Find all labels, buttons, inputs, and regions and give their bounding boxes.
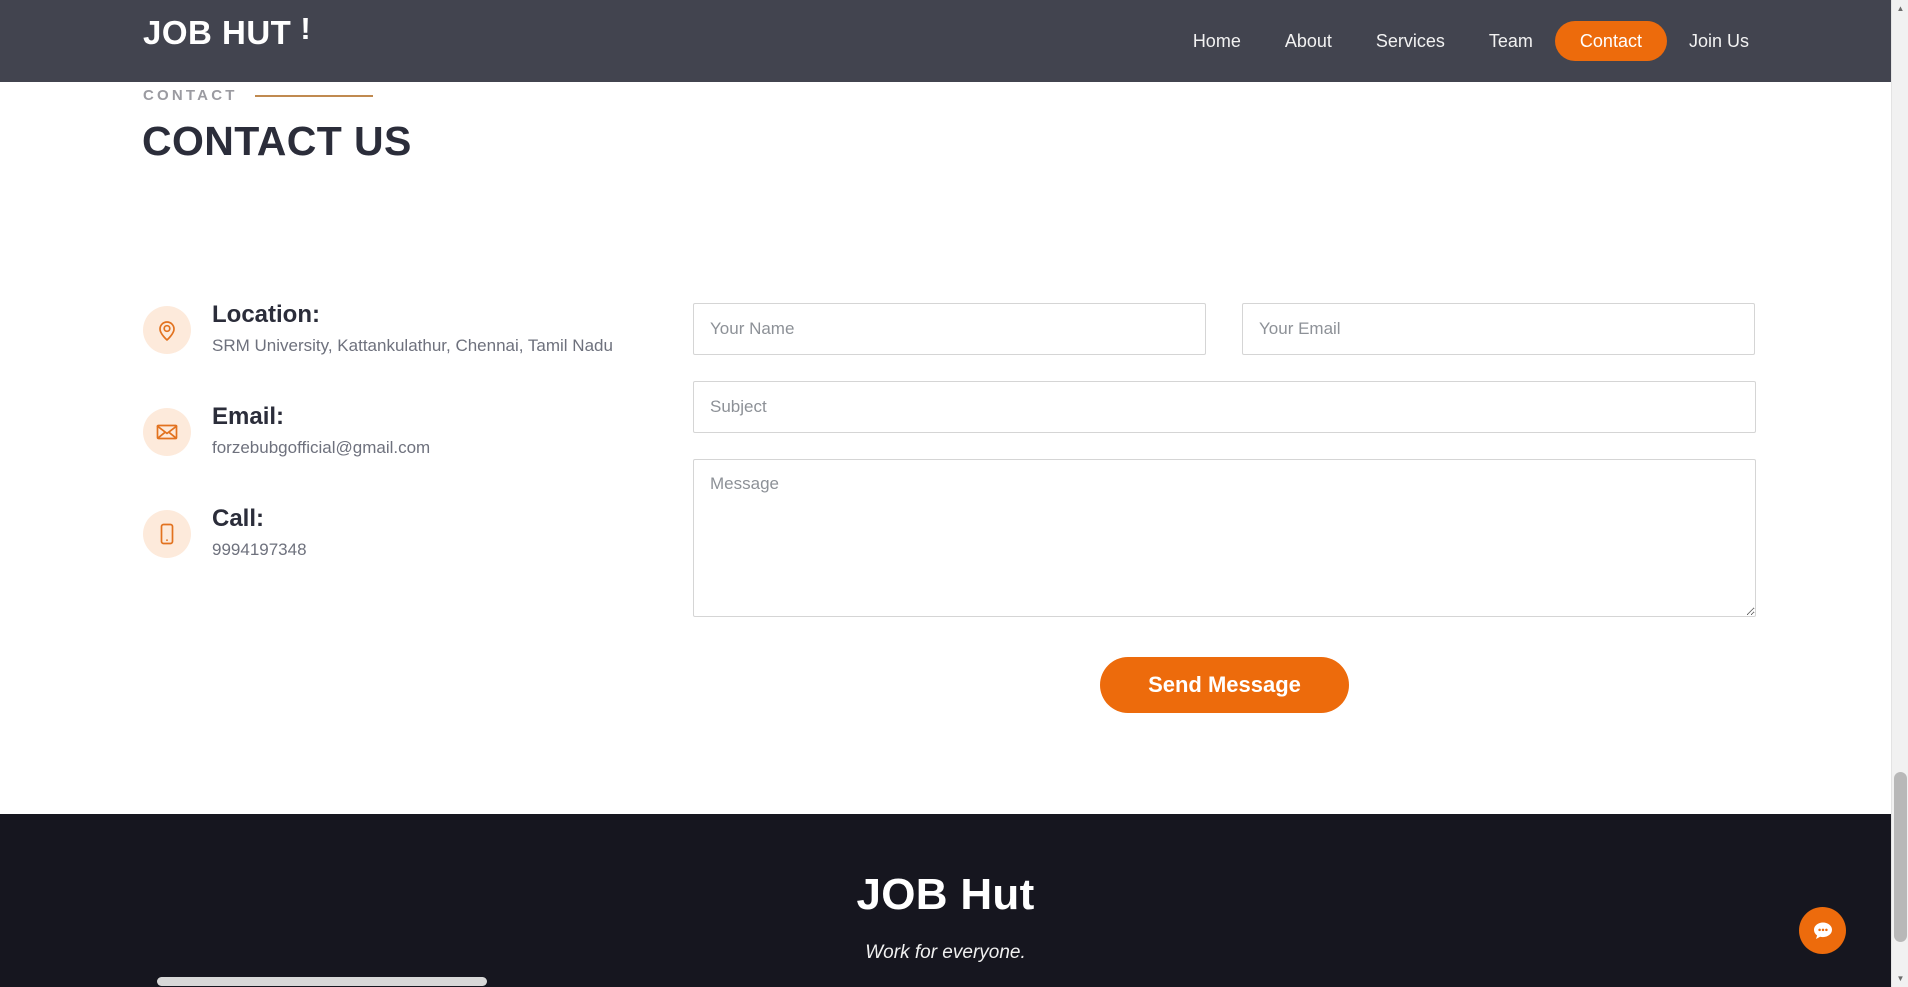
send-message-button[interactable]: Send Message (1100, 657, 1349, 713)
smartphone-icon (143, 510, 191, 559)
form-row-name-email (693, 303, 1756, 355)
site-footer: JOB Hut Work for everyone. (0, 814, 1891, 987)
page-content: JOB HUT ! Home About Services Team Conta… (0, 0, 1891, 987)
scroll-up-arrow-icon[interactable]: ▲ (1892, 0, 1908, 17)
contact-info-text-email: Email: forzebubgofficial@gmail.com (212, 402, 430, 459)
browser-viewport: JOB HUT ! Home About Services Team Conta… (0, 0, 1908, 987)
chat-bubble-icon[interactable] (1799, 907, 1846, 954)
page-title: CONTACT US (142, 118, 412, 164)
logo-text: JOB HUT (143, 14, 292, 51)
contact-info-item-call: Call: 9994197348 (143, 504, 663, 561)
horizontal-scrollbar[interactable] (0, 975, 1891, 987)
contact-info-detail-email: forzebubgofficial@gmail.com (212, 438, 431, 458)
nav-item-join-us[interactable]: Join Us (1667, 22, 1771, 60)
vertical-scrollbar-thumb[interactable] (1894, 772, 1907, 942)
map-pin-icon (143, 306, 191, 354)
subject-input[interactable] (693, 381, 1756, 433)
contact-info-title-location: Location: (212, 301, 320, 328)
vertical-scrollbar[interactable]: ▲ ▼ (1891, 0, 1908, 987)
contact-info-title-call: Call: (212, 505, 265, 533)
section-eyebrow: CONTACT (143, 87, 238, 104)
site-navbar: JOB HUT ! Home About Services Team Conta… (0, 0, 1891, 82)
email-input[interactable] (1242, 303, 1755, 355)
contact-info-text-location: Location: SRM University, Kattankulathur… (212, 300, 613, 357)
nav-item-home[interactable]: Home (1171, 22, 1263, 60)
contact-info-item-location: Location: SRM University, Kattankulathur… (143, 300, 663, 357)
footer-brand: JOB Hut (856, 870, 1035, 919)
form-row-subject (693, 381, 1756, 433)
contact-info-text-call: Call: 9994197348 (212, 504, 307, 561)
contact-info-list: Location: SRM University, Kattankulathur… (143, 300, 663, 606)
message-textarea[interactable] (693, 459, 1756, 617)
contact-info-title-email: Email: (212, 403, 285, 431)
footer-tagline: Work for everyone. (865, 942, 1026, 964)
nav-item-about[interactable]: About (1263, 22, 1354, 60)
contact-form: Send Message (693, 303, 1756, 713)
nav-item-contact[interactable]: Contact (1554, 21, 1667, 61)
contact-info-detail-location: SRM University, Kattankulathur, Chennai,… (212, 336, 613, 355)
name-input[interactable] (693, 303, 1206, 355)
contact-info-detail-call: 9994197348 (212, 540, 307, 560)
primary-navigation: Home About Services Team Contact Join Us (1171, 0, 1771, 82)
contact-info-item-email: Email: forzebubgofficial@gmail.com (143, 402, 663, 459)
scroll-down-arrow-icon[interactable]: ▼ (1892, 970, 1908, 987)
nav-item-services[interactable]: Services (1354, 22, 1467, 60)
logo-exclamation-icon: ! (300, 11, 312, 46)
nav-item-team[interactable]: Team (1467, 22, 1555, 60)
section-eyebrow-row: CONTACT (143, 88, 373, 103)
form-actions: Send Message (693, 657, 1756, 713)
envelope-icon (143, 408, 191, 457)
site-logo[interactable]: JOB HUT ! (143, 11, 312, 51)
horizontal-scrollbar-thumb[interactable] (157, 977, 487, 986)
section-rule-divider (254, 94, 373, 97)
